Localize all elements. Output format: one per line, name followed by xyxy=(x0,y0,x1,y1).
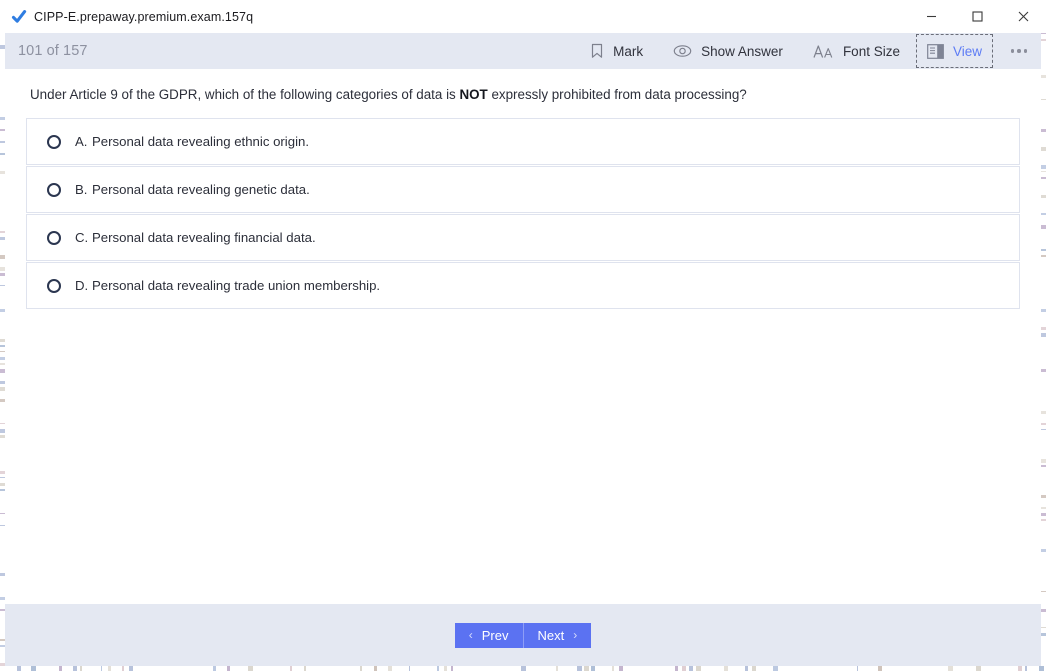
chevron-right-icon: › xyxy=(573,629,577,641)
radio-button-a[interactable] xyxy=(47,135,61,149)
navigation-buttons: ‹ Prev Next › xyxy=(455,623,591,648)
view-button[interactable]: View xyxy=(919,37,990,65)
option-letter: D. xyxy=(75,278,92,293)
answer-option-b[interactable]: B. Personal data revealing genetic data. xyxy=(26,166,1020,213)
show-answer-button[interactable]: Show Answer xyxy=(662,38,794,64)
toolbar: 101 of 157 Mark Show Answer Font Size Vi… xyxy=(0,33,1046,69)
font-size-label: Font Size xyxy=(843,44,900,59)
toolbar-actions: Mark Show Answer Font Size View xyxy=(579,33,1046,69)
font-size-icon xyxy=(813,44,834,59)
title-bar: CIPP-E.prepaway.premium.exam.157q xyxy=(0,0,1046,33)
prev-button[interactable]: ‹ Prev xyxy=(455,623,524,648)
right-edge-artifacts xyxy=(1041,33,1046,671)
option-text: Personal data revealing trade union memb… xyxy=(92,278,380,293)
answer-options-list: A. Personal data revealing ethnic origin… xyxy=(26,118,1020,309)
answer-option-c[interactable]: C. Personal data revealing financial dat… xyxy=(26,214,1020,261)
option-letter: B. xyxy=(75,182,92,197)
show-answer-label: Show Answer xyxy=(701,44,783,59)
option-letter: C. xyxy=(75,230,92,245)
option-text: Personal data revealing genetic data. xyxy=(92,182,310,197)
maximize-button[interactable] xyxy=(954,0,1000,33)
next-label: Next xyxy=(538,628,565,643)
option-letter: A. xyxy=(75,134,92,149)
window-title: CIPP-E.prepaway.premium.exam.157q xyxy=(34,10,253,24)
layout-view-icon xyxy=(927,44,944,59)
mark-label: Mark xyxy=(613,44,643,59)
radio-button-d[interactable] xyxy=(47,279,61,293)
radio-button-b[interactable] xyxy=(47,183,61,197)
next-button[interactable]: Next › xyxy=(524,623,592,648)
dot xyxy=(1024,49,1028,53)
font-size-button[interactable]: Font Size xyxy=(802,38,911,64)
dot xyxy=(1017,49,1021,53)
footer-bar: ‹ Prev Next › xyxy=(5,604,1041,666)
view-label: View xyxy=(953,44,982,59)
radio-button-c[interactable] xyxy=(47,231,61,245)
answer-option-a[interactable]: A. Personal data revealing ethnic origin… xyxy=(26,118,1020,165)
more-options-button[interactable] xyxy=(1004,38,1034,64)
question-text-before: Under Article 9 of the GDPR, which of th… xyxy=(30,87,459,102)
option-text: Personal data revealing financial data. xyxy=(92,230,316,245)
question-text-after: expressly prohibited from data processin… xyxy=(488,87,747,102)
question-emphasis: NOT xyxy=(459,87,487,102)
minimize-button[interactable] xyxy=(908,0,954,33)
exam-window: CIPP-E.prepaway.premium.exam.157q 101 of… xyxy=(0,0,1046,671)
eye-icon xyxy=(673,44,692,58)
option-text: Personal data revealing ethnic origin. xyxy=(92,134,309,149)
answer-option-d[interactable]: D. Personal data revealing trade union m… xyxy=(26,262,1020,309)
question-text: Under Article 9 of the GDPR, which of th… xyxy=(30,85,990,104)
dot xyxy=(1011,49,1015,53)
bookmark-icon xyxy=(590,43,604,59)
checkmark-icon xyxy=(10,8,27,25)
mark-button[interactable]: Mark xyxy=(579,38,654,64)
close-button[interactable] xyxy=(1000,0,1046,33)
prev-label: Prev xyxy=(482,628,509,643)
left-edge-artifacts xyxy=(0,33,5,671)
bottom-edge-artifacts xyxy=(0,666,1046,671)
question-counter: 101 of 157 xyxy=(18,43,88,59)
chevron-left-icon: ‹ xyxy=(469,629,473,641)
window-controls xyxy=(908,0,1046,33)
question-content: Under Article 9 of the GDPR, which of th… xyxy=(5,69,1041,604)
